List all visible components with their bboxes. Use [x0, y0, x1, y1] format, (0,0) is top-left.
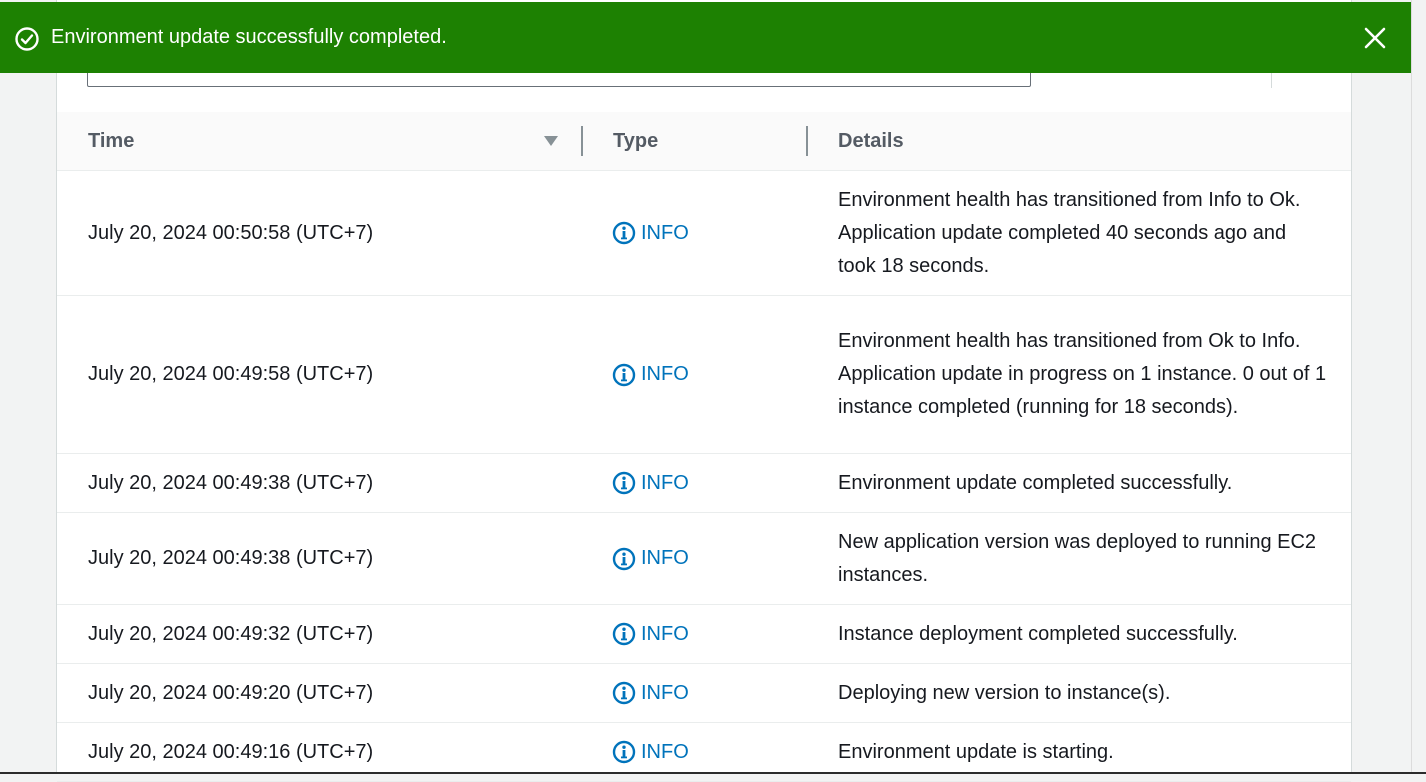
event-type-label: INFO — [641, 471, 689, 494]
event-type-label: INFO — [641, 547, 689, 569]
table-row: July 20, 2024 00:49:32 (UTC+7) INFO Inst… — [57, 605, 1351, 664]
column-header-details[interactable]: Details — [838, 112, 904, 170]
flash-message: Environment update successfully complete… — [51, 26, 447, 48]
event-time: July 20, 2024 00:49:38 (UTC+7) — [88, 471, 374, 494]
event-time: July 20, 2024 00:49:32 (UTC+7) — [88, 622, 374, 645]
success-flash-banner: Environment update successfully complete… — [0, 2, 1411, 73]
event-type-label: INFO — [641, 740, 689, 763]
table-row: July 20, 2024 00:49:58 (UTC+7) INFO Envi… — [57, 296, 1351, 454]
event-details: New application version was deployed to … — [838, 530, 1317, 586]
events-panel: Time Type Details July 20, 2024 00:50:58… — [56, 0, 1352, 782]
close-icon[interactable] — [1362, 25, 1388, 51]
table-row: July 20, 2024 00:49:38 (UTC+7) INFO Envi… — [57, 454, 1351, 513]
event-details: Instance deployment completed successful… — [838, 622, 1238, 645]
table-header: Time Type Details — [57, 112, 1351, 171]
event-time: July 20, 2024 00:49:38 (UTC+7) — [88, 547, 374, 569]
event-type: INFO — [612, 296, 689, 453]
event-time: July 20, 2024 00:49:58 (UTC+7) — [88, 363, 374, 385]
event-type: INFO — [612, 513, 689, 604]
sort-descending-icon[interactable] — [543, 134, 559, 148]
event-type: INFO — [612, 605, 689, 663]
info-icon — [612, 681, 636, 705]
check-circle-icon — [15, 27, 39, 51]
info-icon — [612, 622, 636, 646]
scrollbar[interactable] — [1411, 0, 1426, 774]
info-icon — [612, 740, 636, 764]
event-details: Environment update completed successfull… — [838, 471, 1233, 494]
event-type-label: INFO — [641, 363, 689, 385]
column-resizer[interactable] — [806, 126, 808, 156]
info-icon — [612, 471, 636, 495]
table-row: July 20, 2024 00:49:20 (UTC+7) INFO Depl… — [57, 664, 1351, 723]
column-header-type[interactable]: Type — [613, 112, 658, 170]
event-details: Environment health has transitioned from… — [838, 188, 1301, 277]
table-row: July 20, 2024 00:50:58 (UTC+7) INFO Envi… — [57, 171, 1351, 296]
events-page: Time Type Details July 20, 2024 00:50:58… — [0, 0, 1426, 782]
info-icon — [612, 363, 636, 386]
event-type: INFO — [612, 171, 689, 295]
event-type: INFO — [612, 664, 689, 722]
event-type: INFO — [612, 454, 689, 512]
event-type-label: INFO — [641, 221, 689, 244]
table-row: July 20, 2024 00:49:38 (UTC+7) INFO New … — [57, 513, 1351, 605]
event-type-label: INFO — [641, 622, 689, 645]
event-details: Deploying new version to instance(s). — [838, 681, 1171, 704]
info-icon — [612, 221, 636, 245]
column-header-time[interactable]: Time — [88, 112, 134, 170]
event-type-label: INFO — [641, 681, 689, 704]
event-details: Environment health has transitioned from… — [838, 330, 1327, 418]
event-time: July 20, 2024 00:49:20 (UTC+7) — [88, 681, 374, 704]
column-resizer[interactable] — [581, 126, 583, 156]
event-time: July 20, 2024 00:50:58 (UTC+7) — [88, 221, 374, 244]
info-icon — [612, 547, 636, 570]
